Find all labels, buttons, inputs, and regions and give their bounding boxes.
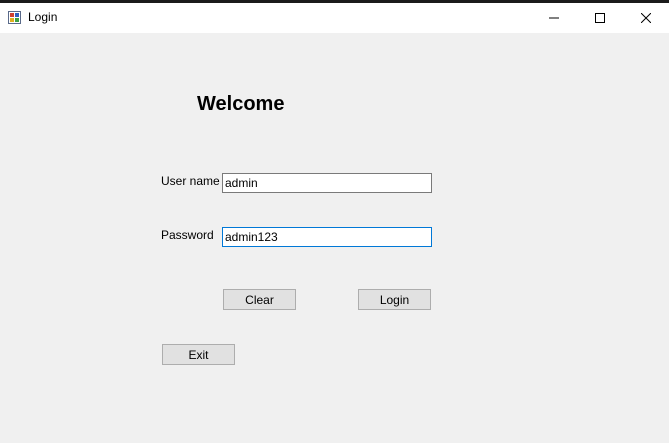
window-title: Login	[28, 10, 58, 24]
password-input[interactable]	[222, 227, 432, 247]
username-input[interactable]	[222, 173, 432, 193]
welcome-heading: Welcome	[197, 93, 285, 115]
username-label: User name	[161, 174, 220, 188]
maximize-icon	[595, 13, 605, 23]
password-label: Password	[161, 228, 214, 242]
exit-button[interactable]: Exit	[162, 344, 235, 365]
app-icon	[8, 11, 21, 24]
minimize-icon	[549, 13, 559, 23]
close-button[interactable]	[623, 3, 669, 33]
clear-button[interactable]: Clear	[223, 289, 296, 310]
login-button[interactable]: Login	[358, 289, 431, 310]
minimize-button[interactable]	[531, 3, 577, 33]
close-icon	[641, 13, 651, 23]
maximize-button[interactable]	[577, 3, 623, 33]
title-bar[interactable]: Login	[0, 3, 669, 33]
